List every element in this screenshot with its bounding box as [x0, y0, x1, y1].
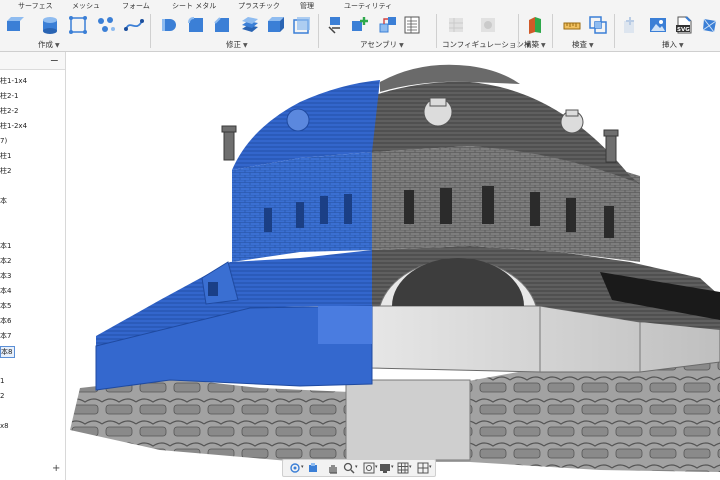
collapse-button[interactable]: −	[50, 54, 59, 67]
grid-icon[interactable]	[397, 462, 409, 474]
selected-wall-face[interactable]	[318, 306, 372, 344]
joint-icon[interactable]	[350, 15, 370, 35]
tree-item[interactable]: 柱2-1	[0, 91, 18, 101]
tree-item[interactable]: x8	[0, 421, 9, 431]
construct-group-label[interactable]: 構築 ▼	[524, 39, 546, 50]
viewports-icon[interactable]	[417, 462, 429, 474]
fusion-window: サーフェス メッシュ フォーム シート メタル プラスチック 管理 ユーティリテ…	[0, 0, 720, 480]
tree-item[interactable]: 柱1-1x4	[0, 76, 27, 86]
tree-item[interactable]: 柱2-2	[0, 106, 18, 116]
front-panel	[345, 379, 471, 461]
modify-group-label[interactable]: 修正 ▼	[226, 39, 248, 50]
assemble-group-label[interactable]: アセンブリ ▼	[360, 39, 404, 50]
browser-header: −	[0, 52, 65, 70]
rigid-group-icon[interactable]	[378, 15, 398, 35]
look-at-icon[interactable]	[307, 462, 319, 474]
interference-icon[interactable]	[588, 15, 608, 35]
bill-of-materials-icon[interactable]	[402, 15, 422, 35]
tab-utilities[interactable]: ユーティリティ	[344, 1, 392, 11]
tab-form[interactable]: フォーム	[122, 1, 150, 11]
measure-icon[interactable]	[562, 15, 582, 35]
chamfer-icon[interactable]	[212, 15, 232, 35]
divider	[518, 14, 519, 48]
inspect-group-label[interactable]: 検査 ▼	[572, 39, 594, 50]
insert-group-label[interactable]: 挿入 ▼	[662, 39, 684, 50]
tab-sheet-metal[interactable]: シート メタル	[172, 1, 216, 11]
divider	[318, 14, 319, 48]
zoom-icon[interactable]	[343, 462, 355, 474]
tree-item[interactable]: 2	[0, 391, 4, 401]
chevron-down-icon[interactable]: ▾	[409, 464, 412, 470]
model-canvas[interactable]	[66, 52, 720, 480]
tree-item[interactable]: 本8	[0, 346, 16, 358]
new-component-icon[interactable]	[326, 15, 346, 35]
create-group-label[interactable]: 作成 ▼	[38, 39, 60, 50]
selected-dome-ornament[interactable]	[286, 108, 310, 132]
divider	[436, 14, 437, 48]
navigation-bar: ▾ ▾ ▾ ▾ ▾ ▾	[282, 459, 436, 477]
chevron-down-icon[interactable]: ▾	[301, 464, 304, 470]
svg-badge-label: SVG	[677, 27, 690, 33]
pan-icon[interactable]	[327, 462, 339, 474]
decal-icon[interactable]	[622, 15, 642, 35]
canvas-icon[interactable]	[648, 15, 668, 35]
divider	[150, 14, 151, 48]
divider	[614, 14, 615, 48]
tree-item[interactable]: 1	[0, 376, 4, 386]
press-pull-icon[interactable]	[158, 15, 178, 35]
sketch-pattern-icon[interactable]	[68, 15, 88, 35]
tree-item[interactable]: 柱1-2x4	[0, 121, 27, 131]
insert-svg-icon[interactable]: SVG	[674, 15, 694, 35]
tree-item[interactable]: 本3	[0, 271, 11, 281]
cylinder-icon[interactable]	[40, 15, 60, 35]
fit-icon[interactable]	[363, 462, 375, 474]
offset-plane-icon[interactable]	[526, 15, 546, 35]
pattern-icon[interactable]	[96, 15, 116, 35]
tab-manage[interactable]: 管理	[300, 1, 314, 11]
spline-icon[interactable]	[124, 15, 144, 35]
tree-item[interactable]: 本6	[0, 316, 11, 326]
station-dome-model[interactable]	[66, 52, 720, 480]
chevron-down-icon[interactable]: ▾	[429, 464, 432, 470]
add-button[interactable]: +	[52, 463, 60, 474]
extrude-icon[interactable]	[4, 15, 24, 35]
tab-surface[interactable]: サーフェス	[18, 1, 53, 11]
orbit-icon[interactable]	[289, 462, 301, 474]
tree-item[interactable]: 本1	[0, 241, 11, 251]
tree-item[interactable]: 7)	[0, 136, 7, 146]
combine-icon[interactable]	[266, 15, 286, 35]
shell-icon[interactable]	[240, 15, 260, 35]
tree-item[interactable]: 本4	[0, 286, 11, 296]
configure-icon[interactable]	[446, 15, 466, 35]
chevron-down-icon[interactable]: ▾	[355, 464, 358, 470]
toolbar-ribbon: サーフェス メッシュ フォーム シート メタル プラスチック 管理 ユーティリテ…	[0, 0, 720, 52]
display-settings-icon[interactable]	[379, 462, 391, 474]
tree-item[interactable]: 本5	[0, 301, 11, 311]
tree-item[interactable]: 本2	[0, 256, 11, 266]
tab-mesh[interactable]: メッシュ	[72, 1, 100, 11]
tree-item[interactable]: 柱1	[0, 151, 11, 161]
chevron-down-icon[interactable]: ▾	[375, 464, 378, 470]
fillet-icon[interactable]	[186, 15, 206, 35]
tree-item[interactable]: 柱2	[0, 166, 11, 176]
tree-item[interactable]: 本7	[0, 331, 11, 341]
scale-icon[interactable]	[292, 15, 312, 35]
browser-panel: − 柱1-1x4 柱2-1 柱2-2 柱1-2x4 7) 柱1 柱2 本本1 本2 本3 本4 本5 本…	[0, 52, 66, 480]
table-icon[interactable]	[478, 15, 498, 35]
chevron-down-icon[interactable]: ▾	[391, 464, 394, 470]
insert-mesh-icon[interactable]	[700, 15, 720, 35]
tab-plastic[interactable]: プラスチック	[238, 1, 280, 11]
divider	[552, 14, 553, 48]
tree-item[interactable]: 本	[0, 196, 7, 206]
